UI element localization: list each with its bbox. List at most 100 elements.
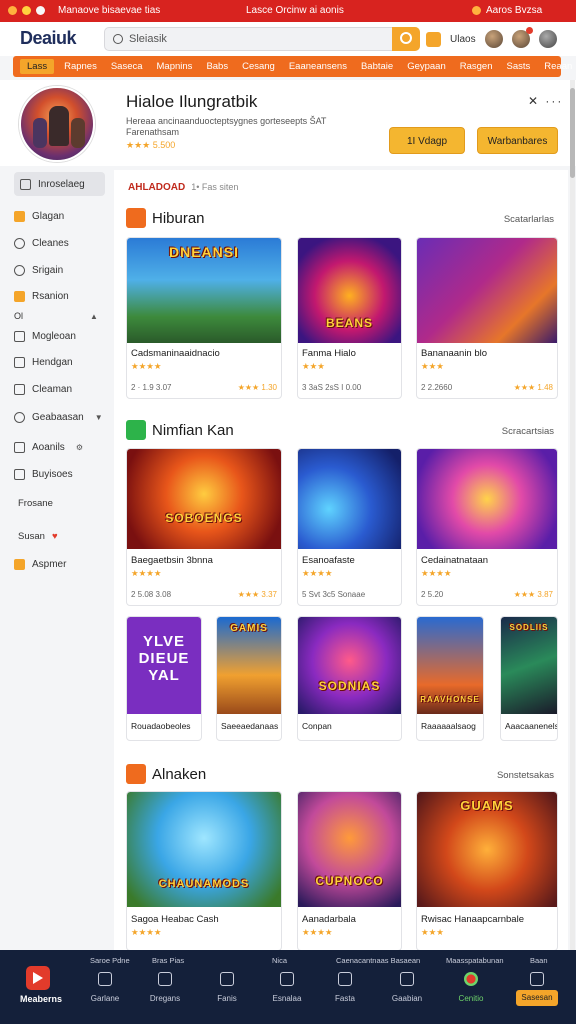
game-card[interactable]: SOBOENGS Baegaetbsin 3bnna ★★★★ 2 5.08 3… bbox=[126, 448, 282, 606]
game-stars: ★★★ bbox=[302, 361, 325, 371]
game-card[interactable]: SODLIIS Aaacaanenels bbox=[500, 616, 558, 741]
bottomnav-action-button[interactable]: Sasesan bbox=[516, 990, 558, 1006]
sidebar-item[interactable]: Mogleoan bbox=[14, 324, 76, 348]
sidebar-item-label: Rsanion bbox=[32, 290, 69, 302]
sidebar-item[interactable]: Cleaman bbox=[14, 377, 72, 401]
window-controls[interactable] bbox=[8, 6, 45, 15]
game-card[interactable]: CUPNOCO Aanadarbala ★★★★ bbox=[297, 791, 402, 950]
category-tab[interactable]: Babtaie bbox=[354, 56, 400, 77]
site-logo[interactable]: Deaiuk bbox=[20, 28, 77, 49]
thumbnail-title: YLVE DIEUE YAL bbox=[138, 633, 190, 684]
game-thumbnail: RAAVHONSE bbox=[417, 617, 483, 714]
category-tab[interactable]: Rapnes bbox=[57, 56, 104, 77]
game-stars: ★★★ bbox=[421, 361, 444, 371]
see-all-link[interactable]: Scatarlarlas bbox=[504, 214, 554, 225]
category-tab[interactable]: Sasts bbox=[500, 56, 538, 77]
category-tab[interactable]: Lass bbox=[20, 59, 55, 74]
bottomnav-label: Garlane bbox=[90, 994, 120, 1003]
bottomnav-caption: Bras Pias bbox=[152, 956, 185, 965]
category-tab[interactable]: Mapnins bbox=[150, 56, 200, 77]
sidebar-item[interactable]: Frosane bbox=[18, 491, 53, 515]
game-card[interactable]: RAAVHONSE Raaaaaalsaog bbox=[416, 616, 484, 741]
game-name: Aanadarbala bbox=[302, 914, 356, 925]
sidebar-item[interactable]: Buyisoes bbox=[14, 462, 73, 486]
sidebar-item[interactable]: Aspmer bbox=[14, 552, 66, 576]
flag-icon bbox=[14, 356, 25, 368]
category-tab[interactable]: Saseca bbox=[104, 56, 150, 77]
square-icon bbox=[14, 383, 25, 395]
bottomnav-label: Dregans bbox=[149, 994, 181, 1003]
game-name: Rwisac Hanaapcarnbale bbox=[421, 914, 524, 925]
search-input[interactable]: Sleiasik bbox=[129, 33, 167, 45]
message-avatar[interactable] bbox=[511, 27, 533, 48]
control-dot[interactable] bbox=[36, 6, 45, 15]
header-icon-label[interactable]: Ulaos bbox=[450, 34, 476, 45]
game-card[interactable]: CHAUNAMODS Sagoa Heabac Cash ★★★★ bbox=[126, 791, 282, 950]
image-icon bbox=[338, 972, 352, 986]
scrollbar-thumb[interactable] bbox=[570, 88, 575, 178]
category-tab[interactable]: Geypaan bbox=[400, 56, 453, 77]
game-card[interactable]: Bananaanin blo ★★★ 2 2.2660 ★★★ 1.48 bbox=[416, 237, 558, 399]
category-tab[interactable]: Rasgen bbox=[453, 56, 500, 77]
primary-action-button[interactable]: 1І Vdagp bbox=[389, 127, 465, 154]
sidebar-item[interactable]: Srigain bbox=[14, 258, 63, 282]
sidebar-item-label: Buyisoes bbox=[32, 468, 73, 480]
sidebar-item[interactable]: Hendgan bbox=[14, 350, 73, 374]
search-button[interactable] bbox=[392, 27, 420, 51]
sidebar-item[interactable]: Geabaasan ▼ bbox=[14, 405, 103, 429]
game-stars: ★★★★ bbox=[131, 927, 162, 937]
bottomnav-item[interactable]: Gaabian bbox=[382, 972, 432, 1003]
see-all-link[interactable]: Sonstetsakas bbox=[497, 770, 554, 781]
sidebar-item[interactable]: Cleanes bbox=[14, 231, 69, 255]
category-tab[interactable]: Eaaneansens bbox=[282, 56, 354, 77]
game-card[interactable]: Esanoafaste ★★★★ 5 Svt 3c5 Sonaae bbox=[297, 448, 402, 606]
game-thumbnail: CUPNOCO bbox=[298, 792, 401, 907]
sidebar-item[interactable]: Susan ♥ bbox=[18, 524, 58, 548]
topbar-mid-text: Lasce Orcinw ai aonis bbox=[246, 5, 344, 16]
game-card[interactable]: GAMIS Saeeaedanaas bbox=[216, 616, 282, 741]
game-card[interactable]: Cedainatnataan ★★★★ 2 5.20 ★★★ 3.87 bbox=[416, 448, 558, 606]
game-card[interactable]: YLVE DIEUE YAL Rouadaobeoles bbox=[126, 616, 202, 741]
bottomnav-item[interactable]: Cenitio bbox=[446, 972, 496, 1003]
bottomnav-item[interactable]: Fanis bbox=[202, 972, 252, 1003]
category-tab[interactable]: Reaan bbox=[537, 56, 576, 77]
bottomnav-item[interactable]: Esnalaa bbox=[262, 972, 312, 1003]
sidebar-item[interactable]: Inroselaeg bbox=[14, 172, 105, 196]
sidebar-item-label: Frosane bbox=[18, 497, 53, 509]
category-tab[interactable]: Cesang bbox=[235, 56, 282, 77]
wallet-icon[interactable] bbox=[426, 31, 441, 47]
bottomnav-item[interactable]: Fasta bbox=[320, 972, 370, 1003]
page-scrollbar[interactable] bbox=[570, 80, 575, 950]
user-avatar[interactable] bbox=[538, 30, 557, 48]
game-card[interactable]: GUAMS Rwisac Hanaapcarnbale ★★★ bbox=[416, 791, 558, 950]
games-icon bbox=[158, 972, 172, 986]
notification-icon[interactable] bbox=[472, 6, 481, 15]
bottom-nav: Meaberns Saroe Pdne Bras Pias Nica Caena… bbox=[0, 950, 576, 1024]
game-card[interactable]: DNEANSI Cadsmaninaaidnacio ★★★★ 2 · 1.9 … bbox=[126, 237, 282, 399]
game-card[interactable]: BEANS Fanma Hialo ★★★ 3 3aS 2sS I 0.00 bbox=[297, 237, 402, 399]
profile-avatar[interactable] bbox=[19, 86, 95, 162]
sidebar-item[interactable]: Glagan bbox=[14, 204, 64, 228]
clock-icon bbox=[14, 237, 25, 249]
lock-icon bbox=[280, 972, 294, 986]
topbar-right-text[interactable]: Aaros Bvzsa bbox=[486, 5, 542, 16]
bottomnav-item[interactable]: Garlane bbox=[80, 972, 130, 1003]
control-dot[interactable] bbox=[22, 6, 31, 15]
bottomnav-item[interactable]: Dregans bbox=[140, 972, 190, 1003]
bottomnav-item[interactable] bbox=[512, 972, 562, 986]
secondary-action-button[interactable]: Warbanbares bbox=[477, 127, 558, 154]
home-icon bbox=[98, 972, 112, 986]
see-all-link[interactable]: Scracartsias bbox=[502, 426, 554, 437]
topbar-right[interactable]: Aaros Bvzsa bbox=[472, 5, 542, 16]
game-card[interactable]: SODNIAS Conpan bbox=[297, 616, 402, 741]
search-bar[interactable]: Sleiasik bbox=[104, 27, 420, 51]
category-tab[interactable]: Babs bbox=[199, 56, 235, 77]
game-thumbnail bbox=[298, 449, 401, 549]
control-dot[interactable] bbox=[8, 6, 17, 15]
chat-icon bbox=[530, 972, 544, 986]
more-options-icon[interactable]: ✕ ··· bbox=[528, 94, 563, 108]
app-logo-icon[interactable] bbox=[26, 966, 50, 990]
sidebar-item[interactable]: Aoanils ⚙ bbox=[14, 435, 83, 459]
thumbnail-title: BEANS bbox=[325, 316, 373, 330]
friend-avatar[interactable] bbox=[484, 30, 503, 48]
